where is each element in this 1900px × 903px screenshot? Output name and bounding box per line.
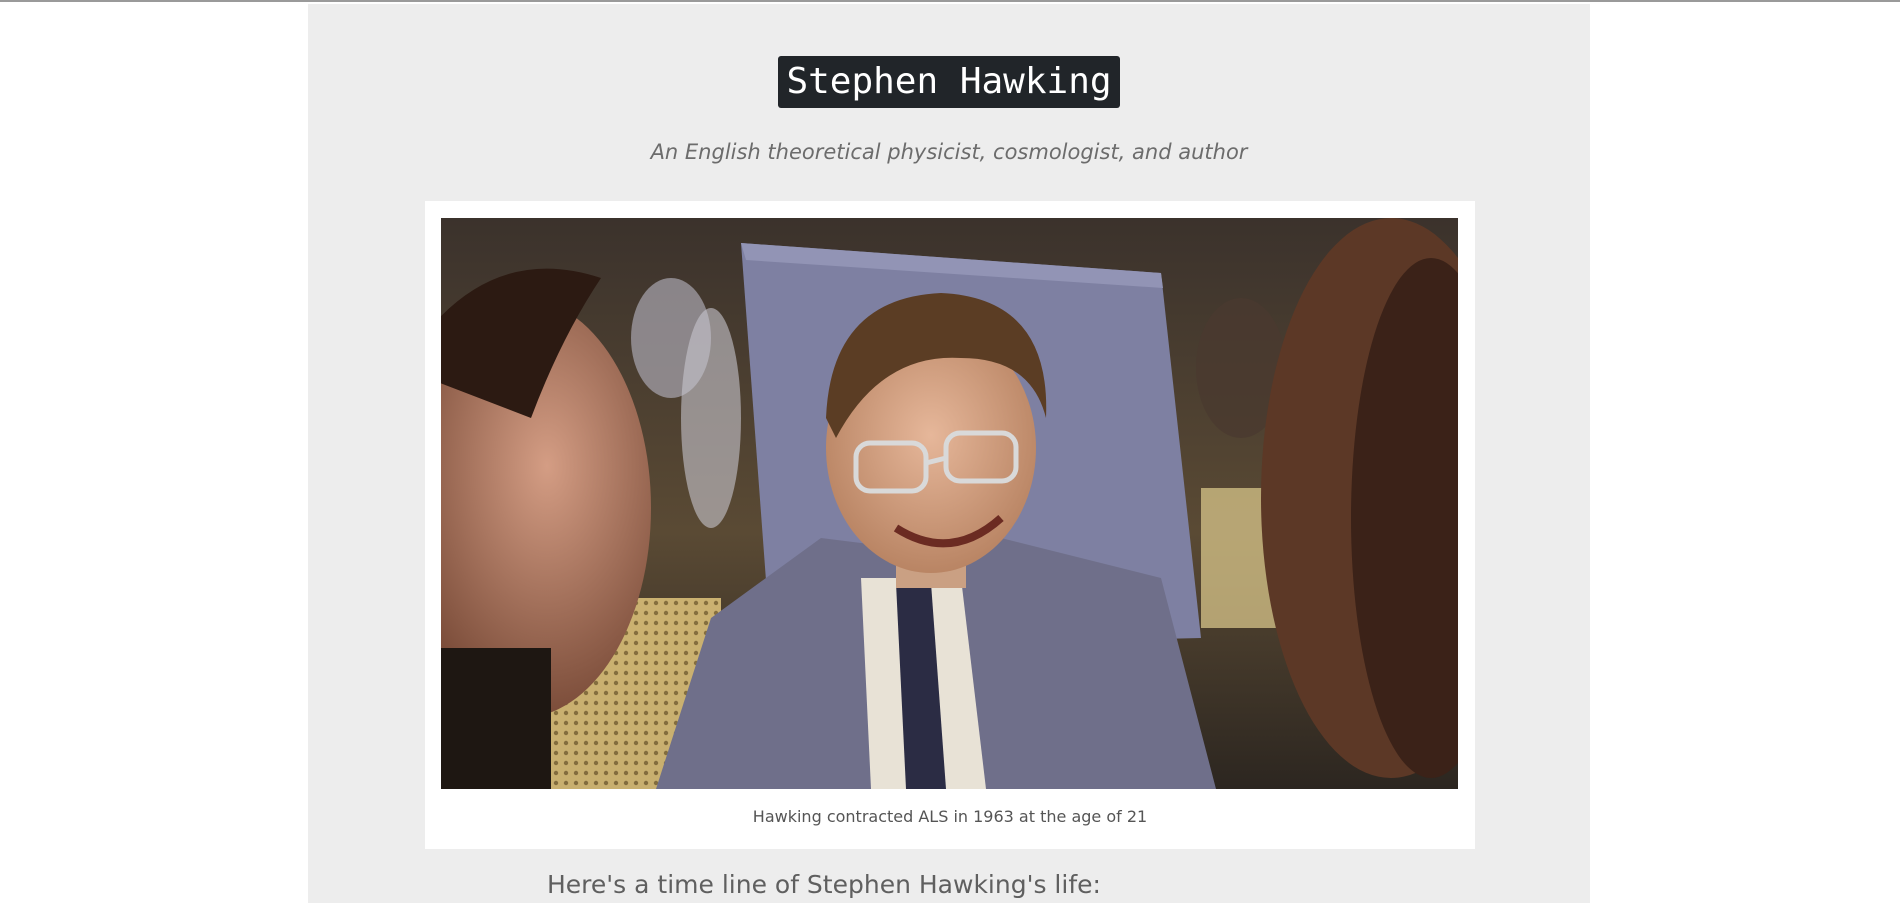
page-subtitle: An English theoretical physicist, cosmol… [650, 140, 1248, 164]
image-caption: Hawking contracted ALS in 1963 at the ag… [752, 807, 1148, 826]
timeline-heading: Here's a time line of Stephen Hawking's … [547, 870, 1101, 899]
page-title: Stephen Hawking [778, 56, 1120, 108]
hawking-photo [441, 218, 1458, 789]
top-border [0, 0, 1900, 2]
photo-illustration [441, 218, 1458, 789]
title-container: Stephen Hawking [308, 56, 1590, 108]
image-figure: Hawking contracted ALS in 1963 at the ag… [425, 201, 1475, 849]
tribute-panel: Stephen Hawking An English theoretical p… [308, 4, 1590, 903]
